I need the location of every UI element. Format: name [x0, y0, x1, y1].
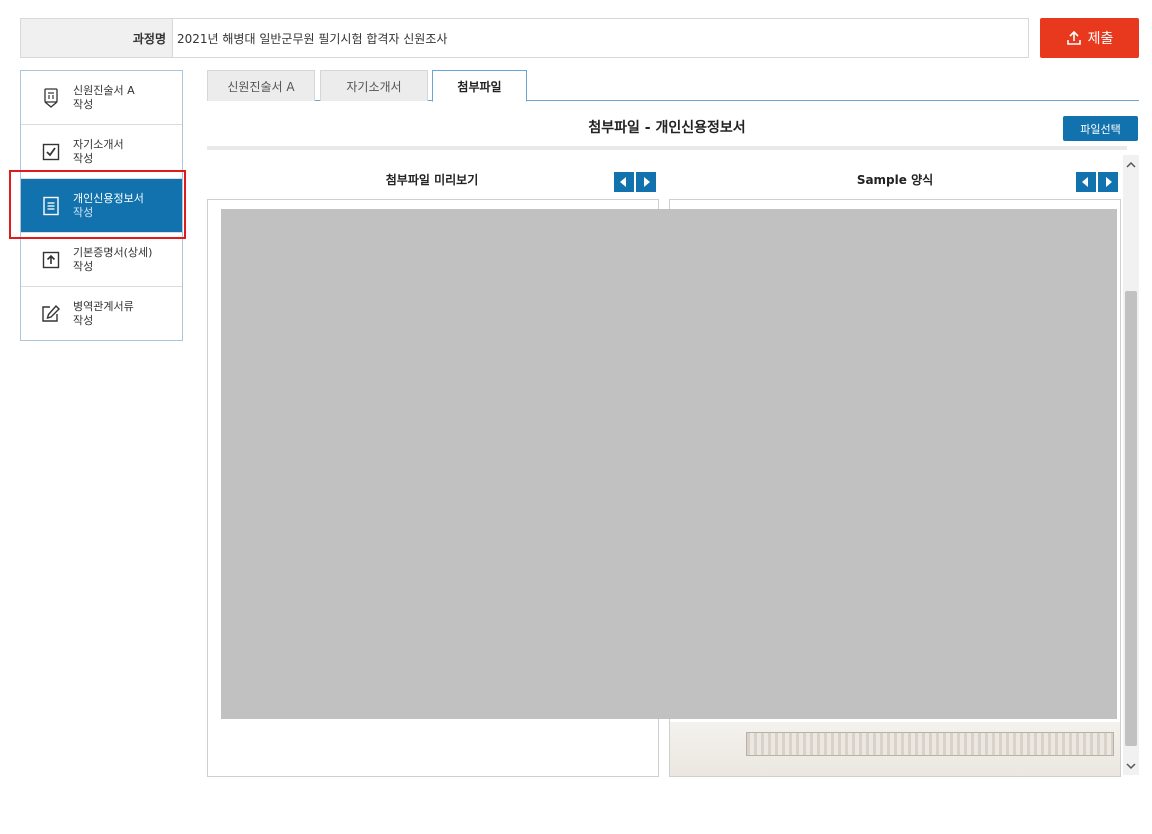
chevron-down-icon [1126, 762, 1136, 769]
submit-label: 제출 [1087, 31, 1114, 47]
scroll-down-button[interactable] [1123, 757, 1139, 775]
vertical-scrollbar[interactable] [1123, 155, 1139, 775]
list-document-icon [41, 196, 61, 216]
tab-self-introduction[interactable]: 자기소개서 [320, 70, 428, 101]
scroll-thumb[interactable] [1125, 291, 1137, 746]
sidebar-item-self-introduction[interactable]: 자기소개서 작성 [21, 125, 182, 179]
sidebar-item-sub: 작성 [73, 97, 94, 111]
sample-prev-button[interactable] [1076, 172, 1096, 192]
sidebar-item-military-docs[interactable]: 병역관계서류 작성 [21, 287, 182, 341]
preview-title: 첨부파일 미리보기 [385, 173, 479, 187]
arrow-left-icon [1082, 177, 1088, 187]
preview-image-area [221, 209, 1117, 719]
page-title: 첨부파일 - 개인신용정보서 [588, 120, 746, 136]
sample-next-button[interactable] [1098, 172, 1118, 192]
tab-attachment[interactable]: 첨부파일 [432, 70, 527, 102]
sidebar-item-credit-info[interactable]: 개인신용정보서 작성 [21, 179, 182, 233]
chevron-up-icon [1126, 161, 1136, 168]
sidebar-item-title: 병역관계서류 [73, 300, 134, 313]
scroll-up-button[interactable] [1123, 155, 1139, 173]
upload-icon [41, 250, 61, 270]
sidebar-item-sub: 작성 [73, 314, 94, 327]
sidebar-item-title: 기본증명서(상세) [73, 245, 153, 259]
sample-nav [1076, 172, 1118, 192]
preview-next-button[interactable] [636, 172, 656, 192]
tab-identity-statement[interactable]: 신원진술서 A [207, 70, 315, 101]
sidebar-item-title: 개인신용정보서 [73, 191, 144, 205]
edit-icon [41, 304, 61, 324]
checkbox-icon [41, 142, 61, 162]
sample-title: Sample 양식 [856, 173, 934, 187]
sample-form-image [670, 722, 1120, 776]
preview-nav [614, 172, 656, 192]
submit-button[interactable]: 제출 [1040, 18, 1139, 58]
course-label: 과정명 [20, 18, 172, 58]
arrow-right-icon [644, 177, 650, 187]
preview-prev-button[interactable] [614, 172, 634, 192]
tab-bar: 신원진술서 A 자기소개서 첨부파일 [207, 70, 1139, 102]
divider [207, 146, 1127, 150]
upload-icon [1066, 30, 1081, 45]
sidebar-item-identity-statement[interactable]: 신원진술서 A 작성 [21, 71, 182, 125]
sidebar-item-sub: 작성 [73, 259, 94, 273]
sidebar-item-sub: 작성 [73, 205, 94, 219]
course-name-field: 2021년 해병대 일반군무원 필기시험 합격자 신원조사 [172, 18, 1029, 58]
arrow-left-icon [620, 177, 626, 187]
sidebar-item-basic-certificate[interactable]: 기본증명서(상세) 작성 [21, 233, 182, 287]
file-select-button[interactable]: 파일선택 [1063, 116, 1138, 141]
sidebar: 신원진술서 A 작성 자기소개서 작성 개인신용정보서 작성 기본증명서(상세) 작성 … [20, 70, 183, 341]
document-shield-icon [41, 87, 61, 108]
sidebar-item-sub: 작성 [73, 151, 94, 165]
arrow-right-icon [1106, 177, 1112, 187]
sidebar-item-title: 신원진술서 A [73, 83, 135, 97]
sidebar-item-title: 자기소개서 [73, 137, 124, 151]
